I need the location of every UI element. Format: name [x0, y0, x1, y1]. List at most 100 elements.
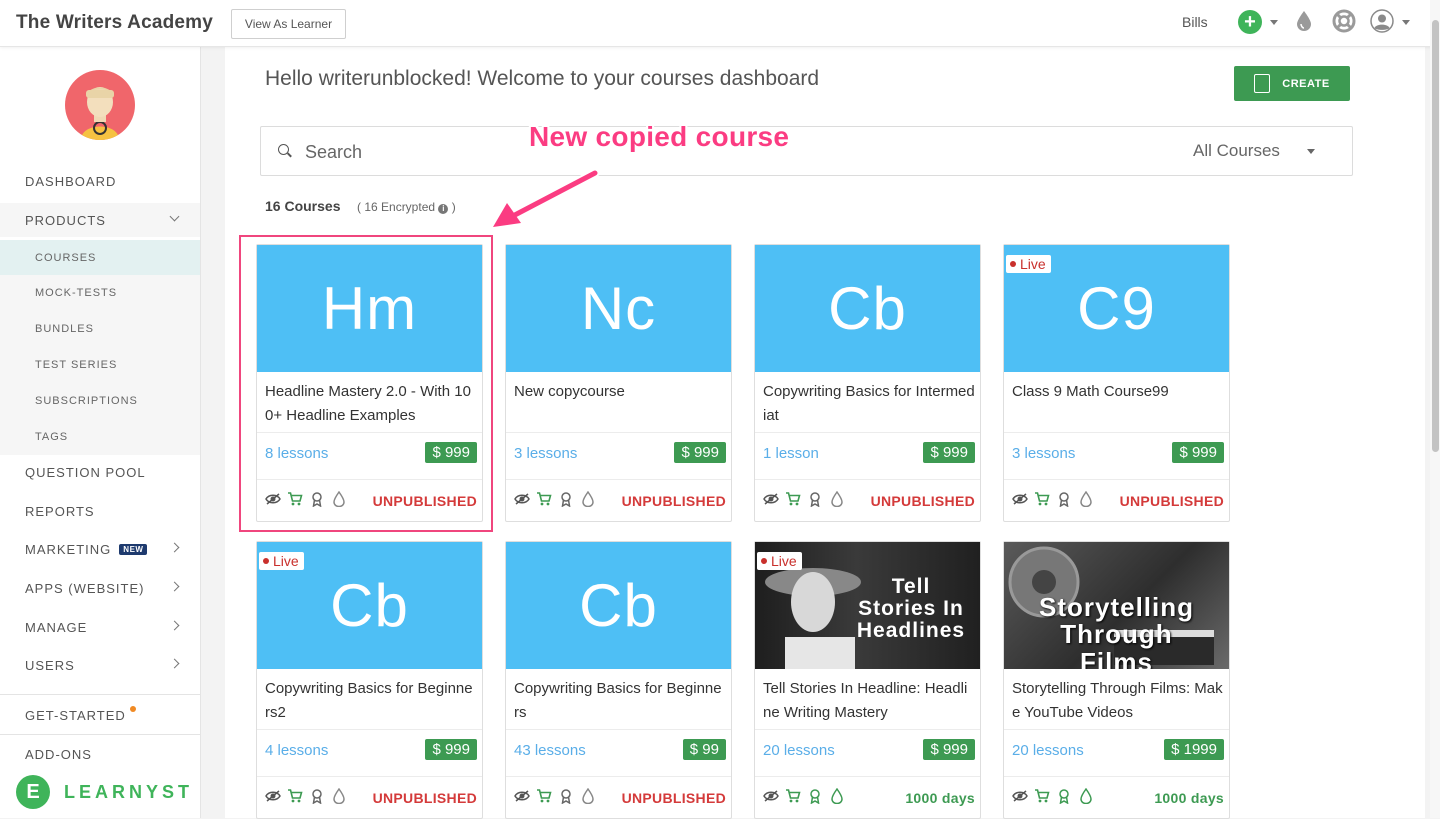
certificate-icon[interactable]: [807, 491, 823, 507]
course-card[interactable]: C9 Live Class 9 Math Course99 3 lessons …: [1003, 244, 1230, 522]
cart-icon[interactable]: [1034, 491, 1050, 507]
certificate-icon[interactable]: [558, 788, 574, 804]
course-title[interactable]: Copywriting Basics for Beginners2: [265, 677, 477, 725]
sidebar-item-dashboard[interactable]: DASHBOARD: [0, 164, 200, 198]
avatar[interactable]: [65, 70, 135, 140]
certificate-icon[interactable]: [558, 491, 574, 507]
sidebar-item-products[interactable]: PRODUCTS: [0, 203, 200, 237]
info-icon[interactable]: i: [438, 204, 449, 214]
sidebar-item-subscriptions[interactable]: SUBSCRIPTIONS: [0, 383, 200, 419]
cart-icon[interactable]: [536, 788, 552, 804]
plus-icon[interactable]: +: [1238, 10, 1262, 34]
droplet-icon[interactable]: [580, 788, 596, 804]
chevron-down-icon[interactable]: [1307, 149, 1315, 154]
course-title[interactable]: Tell Stories In Headline: Headline Writi…: [763, 677, 975, 725]
lesson-count[interactable]: 1 lesson: [763, 445, 819, 462]
certificate-icon[interactable]: [1056, 788, 1072, 804]
sidebar-item-courses[interactable]: COURSES: [0, 240, 200, 275]
lesson-count[interactable]: 4 lessons: [265, 742, 328, 759]
course-card[interactable]: Tell Stories In Headlines Live Tell Storie…: [754, 541, 981, 819]
cart-icon[interactable]: [785, 788, 801, 804]
sidebar-item-add-ons[interactable]: ADD-ONS: [0, 737, 200, 771]
view-as-learner-button[interactable]: View As Learner: [231, 9, 346, 39]
chevron-down-icon: [169, 211, 180, 222]
cart-icon[interactable]: [785, 491, 801, 507]
brand-name[interactable]: The Writers Academy: [16, 12, 213, 34]
sidebar: DASHBOARD PRODUCTS COURSES MOCK-TESTS BU…: [0, 47, 201, 818]
live-badge: Live: [259, 552, 304, 570]
lesson-count[interactable]: 3 lessons: [1012, 445, 1075, 462]
droplet-icon[interactable]: [1078, 491, 1094, 507]
eye-hidden-icon[interactable]: [1012, 788, 1028, 804]
eye-hidden-icon[interactable]: [763, 491, 779, 507]
certificate-icon[interactable]: [807, 788, 823, 804]
sidebar-item-get-started[interactable]: GET-STARTED: [0, 698, 200, 732]
sidebar-item-question-pool[interactable]: QUESTION POOL: [0, 455, 200, 489]
sidebar-item-users[interactable]: USERS: [0, 648, 200, 682]
sidebar-item-mock-tests[interactable]: MOCK-TESTS: [0, 275, 200, 311]
course-card[interactable]: Cb Live Copywriting Basics for Beginners…: [256, 541, 483, 819]
sidebar-divider: [0, 694, 200, 695]
card-divider: [1004, 432, 1229, 433]
lesson-count[interactable]: 3 lessons: [514, 445, 577, 462]
chevron-right-icon: [169, 620, 180, 631]
droplet-icon[interactable]: [580, 491, 596, 507]
sidebar-item-apps-website[interactable]: APPS (WEBSITE): [0, 571, 200, 605]
course-thumbnail-image[interactable]: Storytelling Through Films: [1004, 542, 1229, 669]
eye-hidden-icon[interactable]: [514, 788, 530, 804]
course-title[interactable]: Storytelling Through Films: Make YouTube…: [1012, 677, 1224, 725]
lesson-count[interactable]: 43 lessons: [514, 742, 586, 759]
course-card[interactable]: Cb Copywriting Basics for Beginners 43 l…: [505, 541, 732, 819]
sidebar-item-marketing[interactable]: MARKETING NEW: [0, 532, 200, 566]
chevron-down-icon[interactable]: [1270, 20, 1278, 25]
status-badge: 1000 days: [1154, 790, 1224, 806]
sidebar-item-manage[interactable]: MANAGE: [0, 610, 200, 644]
user-avatar-icon[interactable]: [1370, 9, 1394, 33]
cart-icon[interactable]: [1034, 788, 1050, 804]
scrollbar[interactable]: [1430, 0, 1440, 818]
droplet-icon[interactable]: [829, 491, 845, 507]
card-divider: [506, 729, 731, 730]
droplet-icon[interactable]: [331, 788, 347, 804]
droplet-icon[interactable]: [829, 788, 845, 804]
create-button[interactable]: CREATE: [1234, 66, 1350, 101]
certificate-icon[interactable]: [1056, 491, 1072, 507]
lesson-count[interactable]: 20 lessons: [1012, 742, 1084, 759]
sidebar-item-bundles[interactable]: BUNDLES: [0, 311, 200, 347]
cart-icon[interactable]: [287, 788, 303, 804]
course-thumbnail[interactable]: Cb: [755, 245, 980, 372]
eye-hidden-icon[interactable]: [265, 788, 281, 804]
scrollbar-thumb[interactable]: [1432, 20, 1439, 452]
course-title[interactable]: Class 9 Math Course99: [1012, 380, 1224, 404]
help-lifebuoy-icon[interactable]: [1332, 9, 1356, 33]
course-filter-select[interactable]: All Courses: [1193, 141, 1280, 161]
card-divider: [755, 432, 980, 433]
droplet-icon[interactable]: [1078, 788, 1094, 804]
course-title[interactable]: New copycourse: [514, 380, 726, 404]
account-name[interactable]: Bills: [1182, 14, 1208, 30]
sidebar-item-test-series[interactable]: TEST SERIES: [0, 347, 200, 383]
sidebar-item-reports[interactable]: REPORTS: [0, 494, 200, 528]
droplet-icon[interactable]: [1294, 9, 1314, 33]
course-title[interactable]: Copywriting Basics for Beginners: [514, 677, 726, 725]
certificate-icon[interactable]: [309, 788, 325, 804]
course-card[interactable]: Storytelling Through Films Storytelling T…: [1003, 541, 1230, 819]
status-badge: 1000 days: [905, 790, 975, 806]
course-card[interactable]: Cb Copywriting Basics for Intermediat 1 …: [754, 244, 981, 522]
create-label: CREATE: [1282, 77, 1330, 90]
eye-hidden-icon[interactable]: [514, 491, 530, 507]
card-divider: [1004, 776, 1229, 777]
sidebar-item-tags[interactable]: TAGS: [0, 419, 200, 455]
chevron-down-icon[interactable]: [1402, 20, 1410, 25]
lesson-count[interactable]: 20 lessons: [763, 742, 835, 759]
course-title[interactable]: Copywriting Basics for Intermediat: [763, 380, 975, 428]
eye-hidden-icon[interactable]: [763, 788, 779, 804]
course-thumbnail[interactable]: Cb: [506, 542, 731, 669]
cart-icon[interactable]: [536, 491, 552, 507]
status-badge: UNPUBLISHED: [621, 493, 726, 509]
eye-hidden-icon[interactable]: [1012, 491, 1028, 507]
new-badge: NEW: [119, 543, 148, 555]
course-card[interactable]: Nc New copycourse 3 lessons $ 999 UNPUBL…: [505, 244, 732, 522]
course-thumbnail[interactable]: Nc: [506, 245, 731, 372]
arrow-icon: [491, 168, 600, 229]
